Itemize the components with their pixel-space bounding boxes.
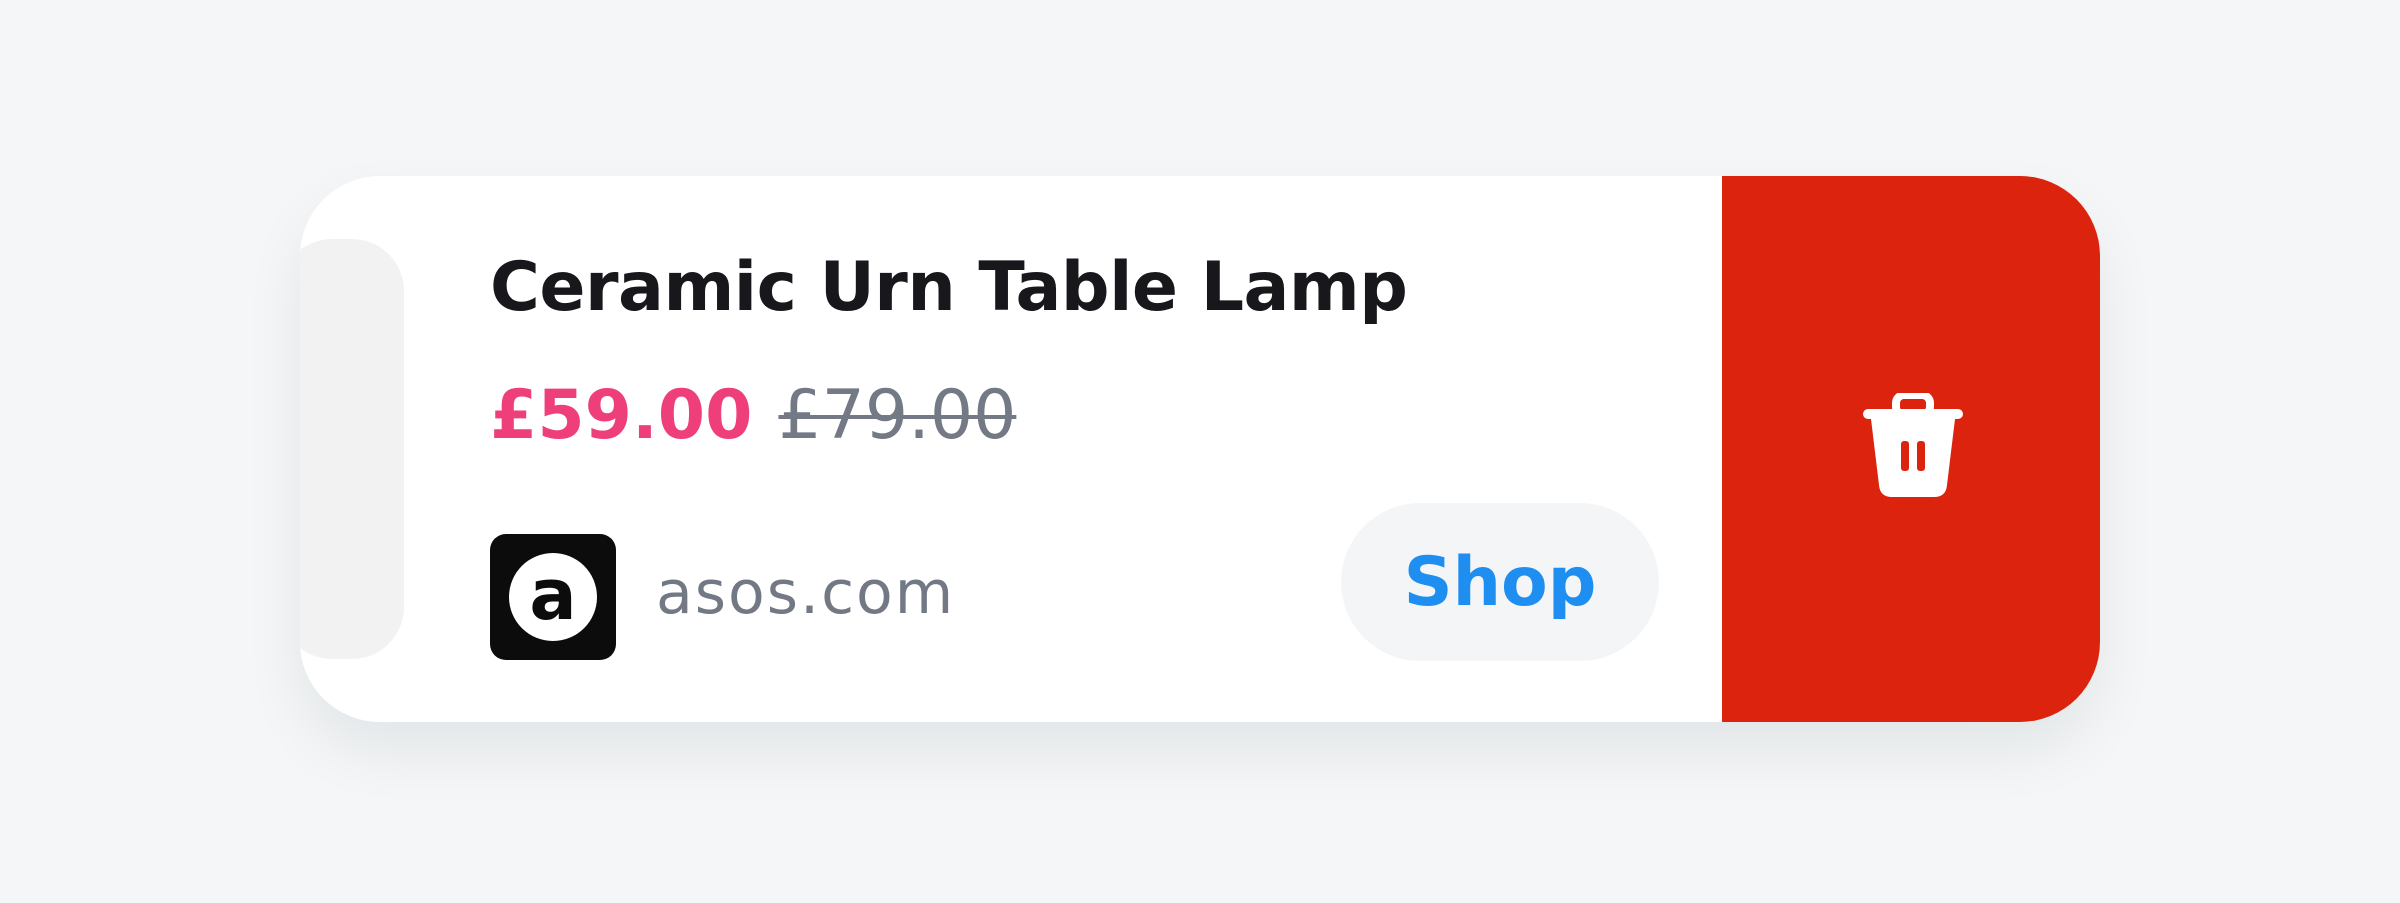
shop-button[interactable]: Shop	[1341, 503, 1659, 661]
saved-product-card[interactable]: Ceramic Urn Table Lamp £59.00 £79.00 a as…	[300, 176, 2100, 722]
product-image-edge	[300, 239, 404, 659]
price-row: £59.00 £79.00	[490, 376, 1016, 455]
trash-icon	[1863, 393, 1963, 497]
delete-button[interactable]	[1722, 176, 2100, 722]
original-price: £79.00	[778, 376, 1017, 455]
store-logo-letter: a	[509, 553, 597, 641]
product-title: Ceramic Urn Table Lamp	[490, 248, 1408, 327]
sale-price: £59.00	[490, 376, 753, 455]
store-logo: a	[490, 534, 616, 660]
store-name: asos.com	[656, 558, 956, 628]
